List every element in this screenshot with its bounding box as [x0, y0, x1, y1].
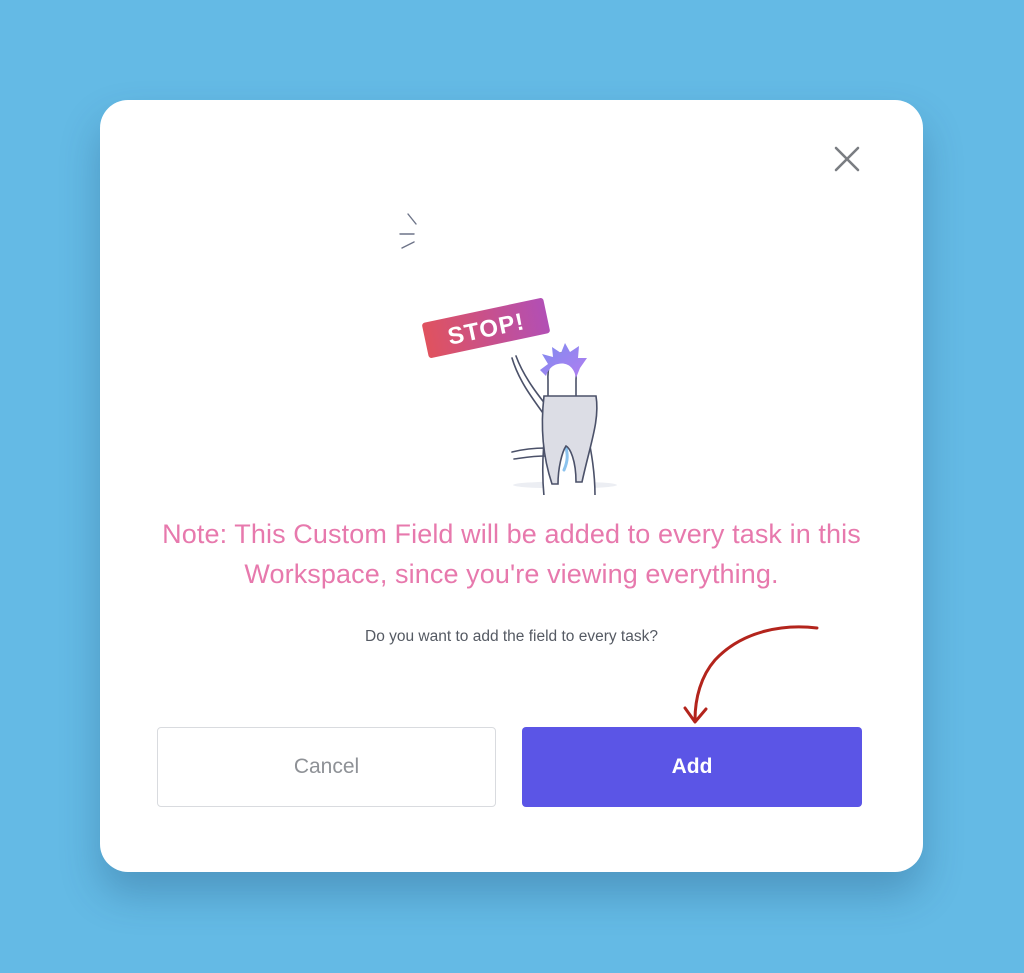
cancel-button[interactable]: Cancel — [157, 727, 496, 807]
close-icon — [834, 146, 860, 172]
stop-illustration: STOP! — [399, 213, 617, 495]
motion-line — [407, 213, 417, 225]
character-arm — [511, 447, 547, 460]
warning-note: Note: This Custom Field will be added to… — [162, 519, 861, 589]
modal-dialog: STOP! Note: This Custom Field will be ad… — [100, 100, 923, 872]
motion-line — [401, 241, 415, 249]
stop-sign: STOP! — [422, 298, 550, 358]
add-button[interactable]: Add — [522, 727, 862, 807]
annotation-arrow-icon — [683, 625, 819, 724]
close-button[interactable] — [828, 140, 866, 178]
